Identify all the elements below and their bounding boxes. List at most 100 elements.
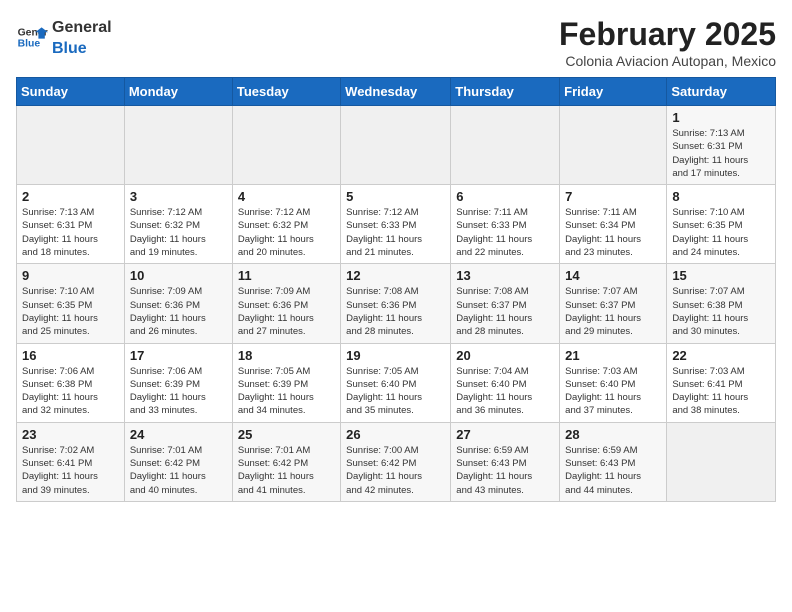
page-header: General Blue General Blue February 2025 … <box>16 16 776 69</box>
calendar-cell: 4Sunrise: 7:12 AM Sunset: 6:32 PM Daylig… <box>232 185 340 264</box>
day-info: Sunrise: 7:12 AM Sunset: 6:33 PM Dayligh… <box>346 206 445 259</box>
weekday-wednesday: Wednesday <box>341 78 451 106</box>
calendar-cell: 6 Sunrise: 7:11 AM Sunset: 6:33 PM Daylig… <box>451 185 560 264</box>
day-info: Sunrise: 7:09 AM Sunset: 6:36 PM Dayligh… <box>130 285 227 338</box>
day-info: Sunrise: 7:06 AM Sunset: 6:38 PM Dayligh… <box>22 365 119 418</box>
logo-blue: Blue <box>52 40 87 57</box>
logo-icon: General Blue <box>16 21 48 53</box>
calendar-cell <box>232 106 340 185</box>
day-number: 6 <box>456 189 554 204</box>
day-number: 5 <box>346 189 445 204</box>
week-row-4: 16 Sunrise: 7:06 AM Sunset: 6:38 PM Dayli… <box>17 343 776 422</box>
day-info: Sunrise: 7:03 AM Sunset: 6:41 PM Dayligh… <box>672 365 770 418</box>
day-number: 13 <box>456 268 554 283</box>
day-info: Sunrise: 7:00 AM Sunset: 6:42 PM Dayligh… <box>346 444 445 497</box>
day-info: Sunrise: 6:59 AM Sunset: 6:43 PM Dayligh… <box>456 444 554 497</box>
day-info: Sunrise: 7:07 AM Sunset: 6:37 PM Dayligh… <box>565 285 661 338</box>
calendar-cell: 7 Sunrise: 7:11 AM Sunset: 6:34 PM Daylig… <box>560 185 667 264</box>
location: Colonia Aviacion Autopan, Mexico <box>559 53 776 69</box>
calendar-cell: 24 Sunrise: 7:01 AM Sunset: 6:42 PM Dayli… <box>124 422 232 501</box>
day-number: 2 <box>22 189 119 204</box>
day-number: 12 <box>346 268 445 283</box>
day-info: Sunrise: 7:11 AM Sunset: 6:34 PM Dayligh… <box>565 206 661 259</box>
calendar-cell <box>451 106 560 185</box>
day-number: 22 <box>672 348 770 363</box>
day-number: 14 <box>565 268 661 283</box>
calendar-cell: 17 Sunrise: 7:06 AM Sunset: 6:39 PM Dayli… <box>124 343 232 422</box>
day-number: 1 <box>672 110 770 125</box>
weekday-tuesday: Tuesday <box>232 78 340 106</box>
day-info: Sunrise: 7:05 AM Sunset: 6:39 PM Dayligh… <box>238 365 335 418</box>
calendar-cell: 22 Sunrise: 7:03 AM Sunset: 6:41 PM Dayli… <box>667 343 776 422</box>
calendar-cell: 13 Sunrise: 7:08 AM Sunset: 6:37 PM Dayli… <box>451 264 560 343</box>
calendar-cell <box>124 106 232 185</box>
calendar-cell: 1 Sunrise: 7:13 AM Sunset: 6:31 PM Daylig… <box>667 106 776 185</box>
calendar-cell: 10 Sunrise: 7:09 AM Sunset: 6:36 PM Dayli… <box>124 264 232 343</box>
day-info: Sunrise: 7:08 AM Sunset: 6:36 PM Dayligh… <box>346 285 445 338</box>
day-number: 27 <box>456 427 554 442</box>
calendar-cell: 2 Sunrise: 7:13 AM Sunset: 6:31 PM Daylig… <box>17 185 125 264</box>
calendar-cell: 18 Sunrise: 7:05 AM Sunset: 6:39 PM Dayli… <box>232 343 340 422</box>
day-info: Sunrise: 7:03 AM Sunset: 6:40 PM Dayligh… <box>565 365 661 418</box>
weekday-monday: Monday <box>124 78 232 106</box>
day-info: Sunrise: 7:12 AM Sunset: 6:32 PM Dayligh… <box>130 206 227 259</box>
calendar-cell: 25 Sunrise: 7:01 AM Sunset: 6:42 PM Dayli… <box>232 422 340 501</box>
day-number: 4 <box>238 189 335 204</box>
calendar-cell: 21 Sunrise: 7:03 AM Sunset: 6:40 PM Dayli… <box>560 343 667 422</box>
day-number: 3 <box>130 189 227 204</box>
weekday-thursday: Thursday <box>451 78 560 106</box>
day-info: Sunrise: 7:13 AM Sunset: 6:31 PM Dayligh… <box>22 206 119 259</box>
calendar-cell: 8Sunrise: 7:10 AM Sunset: 6:35 PM Daylig… <box>667 185 776 264</box>
day-number: 21 <box>565 348 661 363</box>
day-number: 24 <box>130 427 227 442</box>
day-info: Sunrise: 6:59 AM Sunset: 6:43 PM Dayligh… <box>565 444 661 497</box>
day-info: Sunrise: 7:13 AM Sunset: 6:31 PM Dayligh… <box>672 127 770 180</box>
calendar-cell <box>17 106 125 185</box>
logo: General Blue General Blue <box>16 16 112 58</box>
weekday-header-row: SundayMondayTuesdayWednesdayThursdayFrid… <box>17 78 776 106</box>
day-number: 18 <box>238 348 335 363</box>
calendar-cell: 19 Sunrise: 7:05 AM Sunset: 6:40 PM Dayli… <box>341 343 451 422</box>
calendar-cell: 20Sunrise: 7:04 AM Sunset: 6:40 PM Dayli… <box>451 343 560 422</box>
calendar-cell: 16 Sunrise: 7:06 AM Sunset: 6:38 PM Dayli… <box>17 343 125 422</box>
day-info: Sunrise: 7:01 AM Sunset: 6:42 PM Dayligh… <box>238 444 335 497</box>
day-info: Sunrise: 7:10 AM Sunset: 6:35 PM Dayligh… <box>672 206 770 259</box>
svg-text:Blue: Blue <box>18 39 41 50</box>
day-info: Sunrise: 7:05 AM Sunset: 6:40 PM Dayligh… <box>346 365 445 418</box>
weekday-sunday: Sunday <box>17 78 125 106</box>
day-number: 17 <box>130 348 227 363</box>
title-block: February 2025 Colonia Aviacion Autopan, … <box>559 16 776 69</box>
day-number: 16 <box>22 348 119 363</box>
day-number: 19 <box>346 348 445 363</box>
calendar-table: SundayMondayTuesdayWednesdayThursdayFrid… <box>16 77 776 502</box>
calendar-cell <box>560 106 667 185</box>
calendar-cell: 23Sunrise: 7:02 AM Sunset: 6:41 PM Dayli… <box>17 422 125 501</box>
calendar-cell: 26 Sunrise: 7:00 AM Sunset: 6:42 PM Dayli… <box>341 422 451 501</box>
calendar-cell <box>341 106 451 185</box>
calendar-cell: 15 Sunrise: 7:07 AM Sunset: 6:38 PM Dayli… <box>667 264 776 343</box>
calendar-cell: 28Sunrise: 6:59 AM Sunset: 6:43 PM Dayli… <box>560 422 667 501</box>
day-number: 7 <box>565 189 661 204</box>
day-info: Sunrise: 7:07 AM Sunset: 6:38 PM Dayligh… <box>672 285 770 338</box>
day-info: Sunrise: 7:11 AM Sunset: 6:33 PM Dayligh… <box>456 206 554 259</box>
day-number: 11 <box>238 268 335 283</box>
calendar-cell: 11 Sunrise: 7:09 AM Sunset: 6:36 PM Dayli… <box>232 264 340 343</box>
day-info: Sunrise: 7:09 AM Sunset: 6:36 PM Dayligh… <box>238 285 335 338</box>
day-number: 26 <box>346 427 445 442</box>
week-row-1: 1 Sunrise: 7:13 AM Sunset: 6:31 PM Daylig… <box>17 106 776 185</box>
calendar-cell: 12 Sunrise: 7:08 AM Sunset: 6:36 PM Dayli… <box>341 264 451 343</box>
day-info: Sunrise: 7:04 AM Sunset: 6:40 PM Dayligh… <box>456 365 554 418</box>
day-number: 10 <box>130 268 227 283</box>
day-info: Sunrise: 7:06 AM Sunset: 6:39 PM Dayligh… <box>130 365 227 418</box>
logo-general: General <box>52 19 112 36</box>
weekday-friday: Friday <box>560 78 667 106</box>
calendar-cell: 14 Sunrise: 7:07 AM Sunset: 6:37 PM Dayli… <box>560 264 667 343</box>
day-number: 25 <box>238 427 335 442</box>
week-row-3: 9Sunrise: 7:10 AM Sunset: 6:35 PM Daylig… <box>17 264 776 343</box>
day-info: Sunrise: 7:08 AM Sunset: 6:37 PM Dayligh… <box>456 285 554 338</box>
day-info: Sunrise: 7:10 AM Sunset: 6:35 PM Dayligh… <box>22 285 119 338</box>
week-row-2: 2 Sunrise: 7:13 AM Sunset: 6:31 PM Daylig… <box>17 185 776 264</box>
week-row-5: 23Sunrise: 7:02 AM Sunset: 6:41 PM Dayli… <box>17 422 776 501</box>
day-number: 15 <box>672 268 770 283</box>
day-info: Sunrise: 7:01 AM Sunset: 6:42 PM Dayligh… <box>130 444 227 497</box>
